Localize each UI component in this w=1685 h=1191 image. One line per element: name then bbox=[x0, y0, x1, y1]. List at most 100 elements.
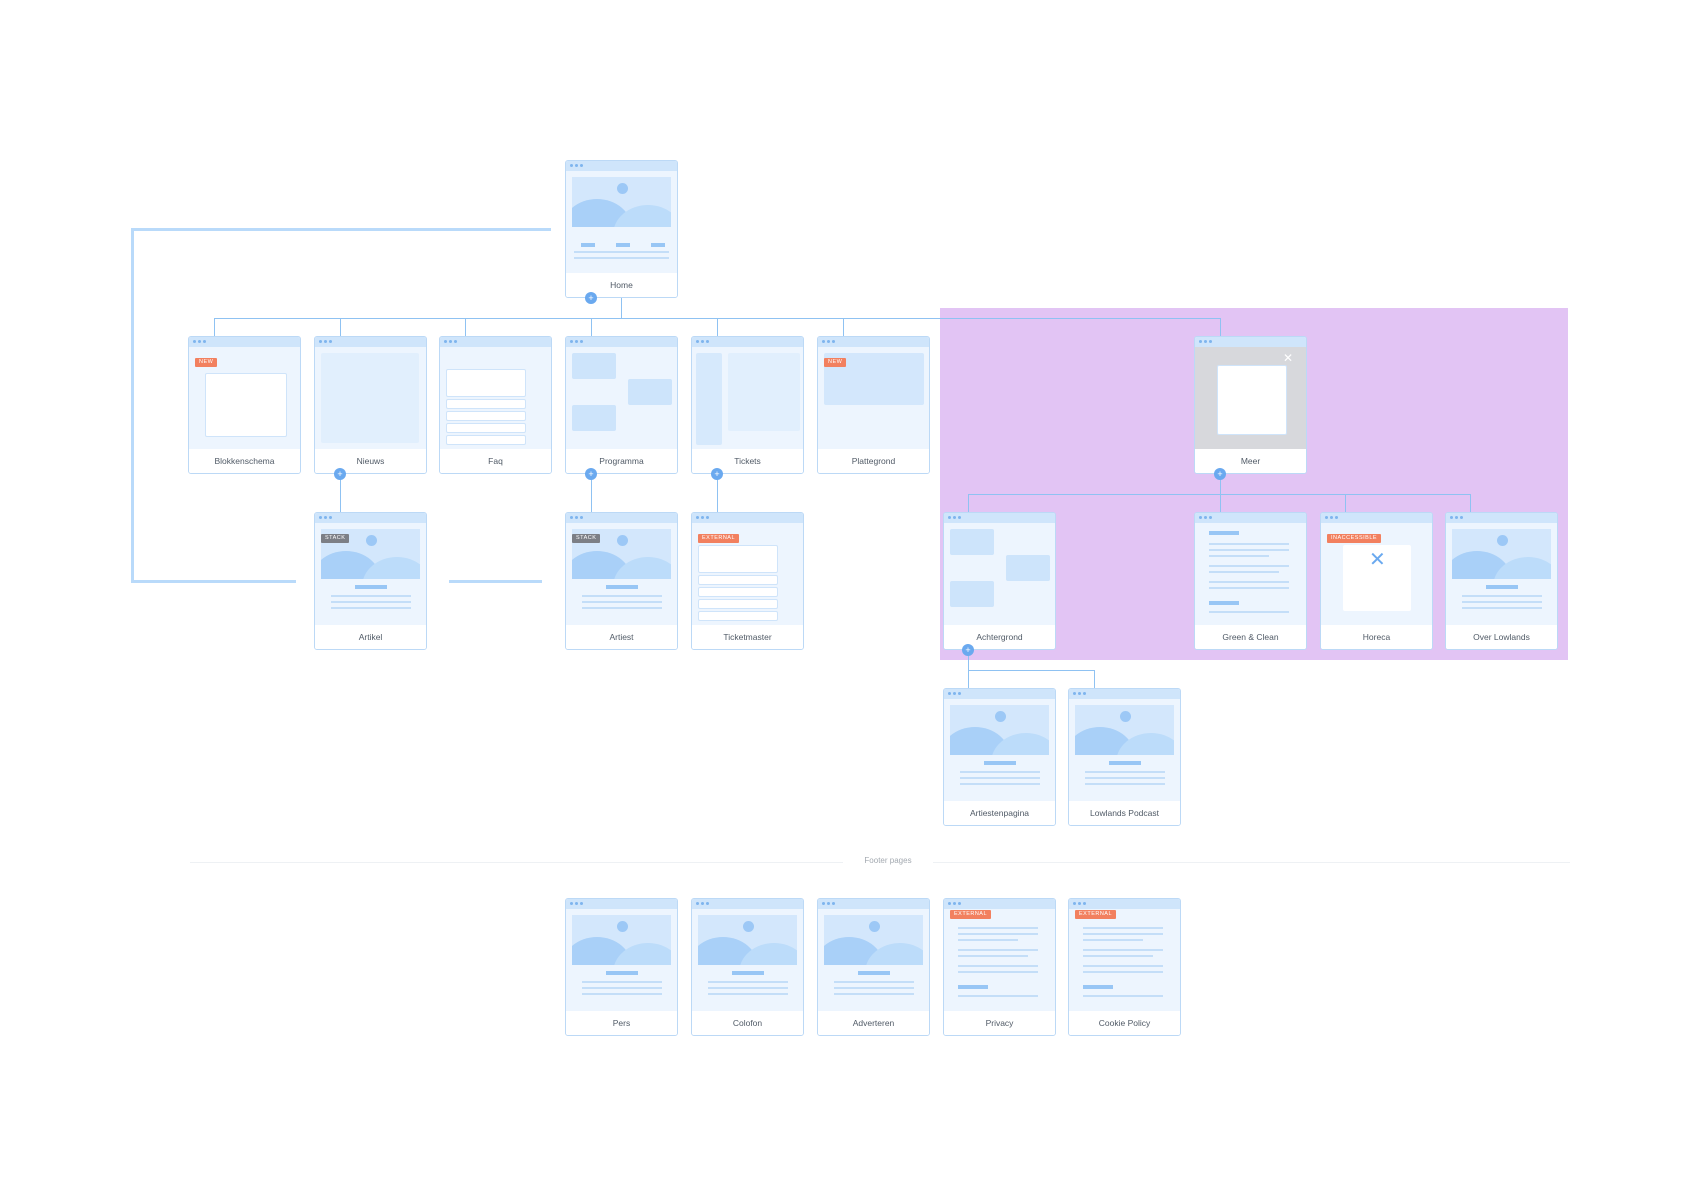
expand-button[interactable]: + bbox=[1214, 468, 1226, 480]
page-label: Meer bbox=[1195, 449, 1306, 473]
connector bbox=[591, 318, 592, 338]
badge-new: NEW bbox=[824, 358, 847, 367]
page-card-meer[interactable]: ✕ Meer bbox=[1194, 336, 1307, 474]
window-dots-icon bbox=[315, 513, 426, 523]
expand-button[interactable]: + bbox=[962, 644, 974, 656]
page-label: Colofon bbox=[692, 1011, 803, 1035]
expand-button[interactable]: + bbox=[711, 468, 723, 480]
text-page-icon bbox=[1195, 523, 1306, 627]
expand-button[interactable]: + bbox=[585, 292, 597, 304]
window-dots-icon bbox=[944, 689, 1055, 699]
window-dots-icon bbox=[1069, 899, 1180, 909]
window-dots-icon bbox=[944, 899, 1055, 909]
connector bbox=[465, 318, 466, 338]
window-dots-icon bbox=[692, 899, 803, 909]
page-card-artiest[interactable]: STACK Artiest bbox=[565, 512, 678, 650]
connector bbox=[1470, 494, 1471, 513]
group-frame-left bbox=[131, 228, 134, 583]
window-dots-icon bbox=[692, 337, 803, 347]
page-card-pers[interactable]: Pers bbox=[565, 898, 678, 1036]
badge-new: NEW bbox=[195, 358, 218, 367]
page-card-over-lowlands[interactable]: Over Lowlands bbox=[1445, 512, 1558, 650]
page-card-programma[interactable]: Programma bbox=[565, 336, 678, 474]
connector bbox=[340, 475, 341, 513]
page-card-blokkenschema[interactable]: NEW Blokkenschema bbox=[188, 336, 301, 474]
window-dots-icon bbox=[692, 513, 803, 523]
close-icon: ✕ bbox=[1283, 351, 1294, 365]
page-label: Pers bbox=[566, 1011, 677, 1035]
connector bbox=[214, 318, 215, 338]
window-dots-icon bbox=[818, 899, 929, 909]
image-placeholder-icon bbox=[1075, 705, 1174, 755]
connector bbox=[1094, 670, 1095, 688]
page-label: Achtergrond bbox=[944, 625, 1055, 649]
connector bbox=[968, 670, 1094, 671]
connector bbox=[717, 475, 718, 513]
page-card-lowlands-podcast[interactable]: Lowlands Podcast bbox=[1068, 688, 1181, 826]
page-label: Programma bbox=[566, 449, 677, 473]
expand-button[interactable]: + bbox=[334, 468, 346, 480]
image-placeholder-icon bbox=[572, 915, 671, 965]
connector bbox=[968, 494, 969, 513]
group-frame-bottom-left bbox=[131, 580, 296, 583]
list-icon bbox=[950, 529, 994, 555]
calendar-icon bbox=[205, 373, 287, 437]
page-label: Green & Clean bbox=[1195, 625, 1306, 649]
list-icon bbox=[572, 353, 616, 379]
page-label: Ticketmaster bbox=[692, 625, 803, 649]
connector bbox=[1220, 494, 1221, 513]
connector bbox=[1220, 318, 1221, 338]
badge-external: EXTERNAL bbox=[950, 910, 992, 919]
page-label: Lowlands Podcast bbox=[1069, 801, 1180, 825]
page-card-ticketmaster[interactable]: EXTERNAL Ticketmaster bbox=[691, 512, 804, 650]
page-label: Privacy bbox=[944, 1011, 1055, 1035]
page-label: Artiest bbox=[566, 625, 677, 649]
expand-button[interactable]: + bbox=[585, 468, 597, 480]
page-label: Cookie Policy bbox=[1069, 1011, 1180, 1035]
accordion-icon bbox=[698, 545, 778, 573]
page-card-adverteren[interactable]: Adverteren bbox=[817, 898, 930, 1036]
page-card-tickets[interactable]: Tickets bbox=[691, 336, 804, 474]
page-card-green-clean[interactable]: Green & Clean bbox=[1194, 512, 1307, 650]
page-label: Over Lowlands bbox=[1446, 625, 1557, 649]
page-card-plattegrond[interactable]: NEW Plattegrond bbox=[817, 336, 930, 474]
page-label: Horeca bbox=[1321, 625, 1432, 649]
window-dots-icon bbox=[1069, 689, 1180, 699]
page-card-nieuws[interactable]: Nieuws bbox=[314, 336, 427, 474]
window-dots-icon bbox=[566, 161, 677, 171]
page-card-colofon[interactable]: Colofon bbox=[691, 898, 804, 1036]
connector bbox=[340, 318, 341, 338]
modal-form-icon bbox=[1217, 365, 1287, 435]
image-placeholder-icon bbox=[1452, 529, 1551, 579]
page-label: Tickets bbox=[692, 449, 803, 473]
page-label: Home bbox=[566, 273, 677, 297]
grid-icon bbox=[321, 353, 419, 443]
text-page-icon: EXTERNAL bbox=[1069, 909, 1180, 1013]
page-card-achtergrond[interactable]: Achtergrond bbox=[943, 512, 1056, 650]
page-label: Plattegrond bbox=[818, 449, 929, 473]
page-label: Artikel bbox=[315, 625, 426, 649]
window-dots-icon bbox=[944, 513, 1055, 523]
connector bbox=[843, 318, 844, 338]
window-dots-icon bbox=[566, 337, 677, 347]
connector bbox=[591, 475, 592, 513]
page-card-home[interactable]: Home bbox=[565, 160, 678, 298]
connector bbox=[621, 296, 622, 318]
page-label: Artiestenpagina bbox=[944, 801, 1055, 825]
window-dots-icon bbox=[440, 337, 551, 347]
page-label: Adverteren bbox=[818, 1011, 929, 1035]
footer-section-label: Footer pages bbox=[843, 856, 933, 865]
page-card-horeca[interactable]: INACCESSIBLE ✕ Horeca bbox=[1320, 512, 1433, 650]
window-dots-icon bbox=[1195, 337, 1306, 347]
page-card-privacy[interactable]: EXTERNAL Privacy bbox=[943, 898, 1056, 1036]
page-card-cookie-policy[interactable]: EXTERNAL Cookie Policy bbox=[1068, 898, 1181, 1036]
window-dots-icon bbox=[566, 899, 677, 909]
page-card-artikel[interactable]: STACK Artikel bbox=[314, 512, 427, 650]
page-card-faq[interactable]: Faq bbox=[439, 336, 552, 474]
badge-stack: STACK bbox=[321, 534, 350, 543]
image-placeholder-icon bbox=[950, 705, 1049, 755]
image-placeholder-icon bbox=[824, 915, 923, 965]
page-label: Nieuws bbox=[315, 449, 426, 473]
x-icon: ✕ bbox=[1369, 549, 1386, 571]
page-card-artiestenpagina[interactable]: Artiestenpagina bbox=[943, 688, 1056, 826]
